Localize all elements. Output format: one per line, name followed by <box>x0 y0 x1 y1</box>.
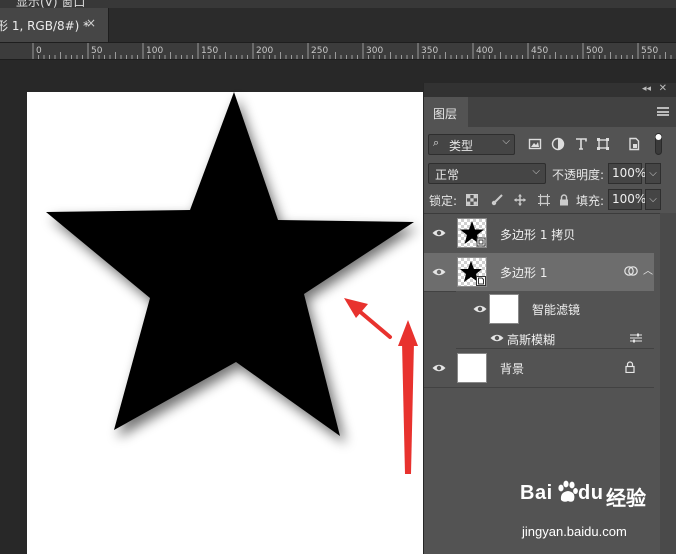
smart-filters-row[interactable]: 智能滤镜 <box>456 291 654 329</box>
close-icon[interactable]: × <box>86 16 96 30</box>
adjustment-layer-filter-icon[interactable] <box>551 137 565 151</box>
ruler-label: 400 <box>476 46 493 56</box>
ruler-label: 0 <box>36 46 42 56</box>
fill-value: 100% <box>612 192 647 206</box>
layer-name[interactable]: 多边形 1 <box>500 264 547 281</box>
watermark-brand: Bai <box>520 482 553 504</box>
baidu-jingyan-watermark: Bai du 经验 jingyan.baidu.com <box>520 478 650 548</box>
smart-filters-label: 智能滤镜 <box>532 303 581 317</box>
document-tab[interactable]: 形 1, RGB/8#) * × <box>0 8 109 42</box>
ruler-label: 100 <box>146 46 163 56</box>
lock-image-pixels-icon[interactable] <box>491 194 503 206</box>
menu-bar-partial-text[interactable]: 显示(V) 窗口 <box>16 0 85 8</box>
ruler-label: 350 <box>421 46 438 56</box>
panel-tab-strip: 图层 <box>424 97 676 127</box>
pixel-layer-filter-icon[interactable] <box>528 137 542 151</box>
blend-mode-select[interactable]: 正常 ⌵ <box>428 163 546 184</box>
filter-blending-options-icon[interactable] <box>630 333 642 343</box>
smart-filter-mask-thumbnail <box>489 294 519 324</box>
collapse-panel-icon[interactable]: ◂◂ <box>642 84 651 94</box>
eye-icon[interactable] <box>432 228 446 238</box>
smart-filter-indicator-icon[interactable] <box>624 265 638 277</box>
tab-layers[interactable]: 图层 <box>424 97 468 127</box>
shape-layer-badge-icon <box>476 237 486 247</box>
layer-thumbnail <box>457 257 487 287</box>
blend-mode-value: 正常 <box>435 168 460 182</box>
horizontal-ruler: 0 50 100 150 200 250 300 350 400 450 500 550 <box>0 43 676 60</box>
eye-icon[interactable] <box>432 267 446 277</box>
opacity-value: 100% <box>612 166 647 180</box>
lock-transparent-pixels-icon[interactable] <box>466 194 478 206</box>
chevron-down-icon: ⌵ <box>532 166 540 177</box>
ruler-label: 50 <box>91 46 103 56</box>
ruler-label: 500 <box>586 46 603 56</box>
eye-icon[interactable] <box>473 304 487 314</box>
lock-fill-row: 锁定: 填充: 100% ⌵ <box>424 187 676 214</box>
layer-name[interactable]: 多边形 1 拷贝 <box>500 226 575 243</box>
watermark-brand-cn: 经验 <box>606 486 646 510</box>
layer-thumbnail <box>457 218 487 248</box>
search-icon: ⌕ <box>433 136 440 149</box>
lock-label: 锁定: <box>429 194 458 208</box>
filter-kind-select[interactable]: ⌕ 类型 ⌵ <box>428 134 515 155</box>
gaussian-blur-label: 高斯模糊 <box>507 333 556 347</box>
layers-scrollbar[interactable] <box>660 213 676 554</box>
close-panel-icon[interactable]: ✕ <box>659 83 667 94</box>
lock-artboard-icon[interactable] <box>538 194 550 206</box>
fill-input[interactable]: 100% <box>608 189 646 210</box>
opacity-input[interactable]: 100% <box>608 163 646 184</box>
watermark-url: jingyan.baidu.com <box>522 524 627 539</box>
panel-menu-icon[interactable] <box>657 107 669 116</box>
chevron-up-icon[interactable]: ︿ <box>643 262 653 277</box>
shape-layer-filter-icon[interactable] <box>596 137 610 151</box>
layer-row-smart-object[interactable]: 多边形 1 ︿ <box>424 253 654 292</box>
ruler-label: 250 <box>311 46 328 56</box>
lock-all-icon[interactable] <box>558 194 570 206</box>
paw-icon <box>558 480 578 502</box>
opacity-label: 不透明度: <box>552 168 605 182</box>
lock-icon[interactable] <box>625 361 635 373</box>
panel-header-bar: ◂◂ ✕ <box>424 83 676 97</box>
eye-icon[interactable] <box>490 333 504 343</box>
ruler-label: 300 <box>366 46 383 56</box>
lock-position-icon[interactable] <box>514 194 526 206</box>
type-layer-filter-icon[interactable] <box>574 137 588 151</box>
gaussian-blur-filter-row[interactable]: 高斯模糊 <box>456 328 654 349</box>
filter-row: ⌕ 类型 ⌵ <box>424 131 676 159</box>
smart-object-badge-icon <box>476 276 486 286</box>
watermark-brand-suffix: du <box>578 482 604 504</box>
filter-toggle-switch[interactable] <box>655 133 662 155</box>
layer-row-background[interactable]: 背景 <box>424 349 654 388</box>
layer-thumbnail <box>457 353 487 383</box>
layer-row-shape-copy[interactable]: 多边形 1 拷贝 <box>424 213 654 254</box>
opacity-dropdown-button[interactable]: ⌵ <box>645 163 661 184</box>
ruler-label: 200 <box>256 46 273 56</box>
blend-opacity-row: 正常 ⌵ 不透明度: 100% ⌵ <box>424 161 676 187</box>
menu-bar: 显示(V) 窗口 <box>0 0 676 8</box>
tab-layers-label: 图层 <box>433 107 458 121</box>
ruler-label: 450 <box>531 46 548 56</box>
eye-icon[interactable] <box>432 363 446 373</box>
fill-dropdown-button[interactable]: ⌵ <box>645 189 661 210</box>
document-tab-title[interactable]: 形 1, RGB/8#) * <box>0 17 89 34</box>
document-canvas[interactable] <box>27 92 423 554</box>
smart-object-filter-icon[interactable] <box>627 137 641 151</box>
filter-kind-value: 类型 <box>449 139 474 153</box>
chevron-down-icon: ⌵ <box>502 136 510 147</box>
document-tab-bar: 形 1, RGB/8#) * × <box>0 8 676 43</box>
ruler-ticks: 0 50 100 150 200 250 300 350 400 450 500 550 <box>32 43 672 59</box>
fill-label: 填充: <box>576 194 605 208</box>
ruler-label: 550 <box>641 46 658 56</box>
ruler-label: 150 <box>201 46 218 56</box>
layer-name[interactable]: 背景 <box>500 360 524 377</box>
